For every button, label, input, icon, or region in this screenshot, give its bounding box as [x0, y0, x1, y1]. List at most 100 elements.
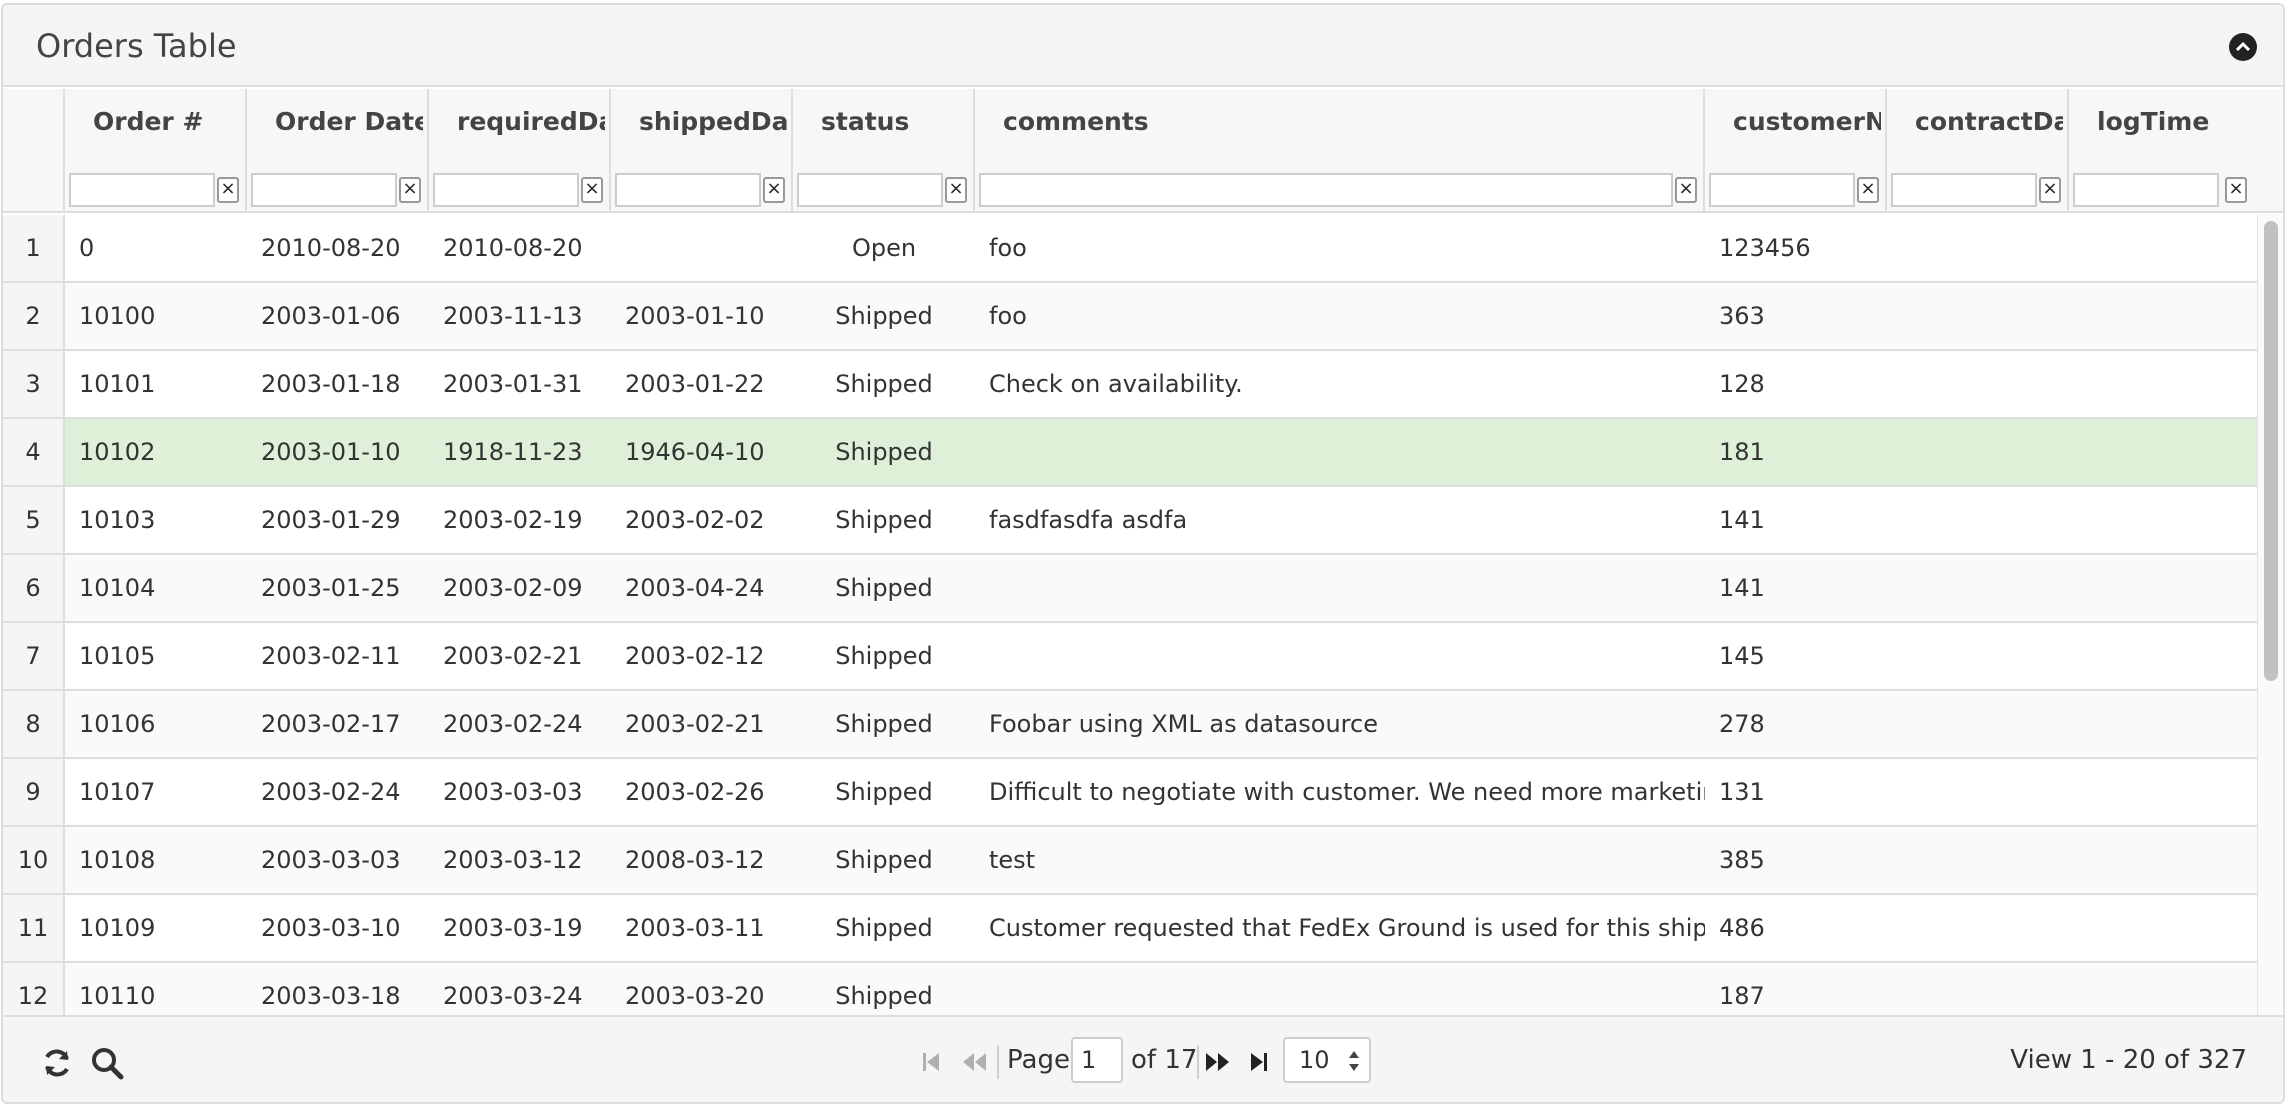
table-cell-order: 10110: [79, 982, 156, 1010]
table-cell-customer: 141: [1719, 574, 1765, 602]
table-cell-order: 10108: [79, 846, 156, 874]
table-row[interactable]: 3 10101 2003-01-18 2003-01-31 2003-01-22 Ship…: [3, 351, 2257, 419]
table-cell-required: 2003-03-19: [443, 914, 583, 942]
table-cell-status: Shipped: [835, 914, 933, 942]
table-cell-order: 10109: [79, 914, 156, 942]
scrollbar-thumb[interactable]: [2264, 221, 2278, 681]
filter-input-contract-date[interactable]: [1891, 173, 2037, 207]
table-row[interactable]: 12 10110 2003-03-18 2003-03-24 2003-03-20 Shi…: [3, 963, 2257, 1015]
table-cell-required: 2003-11-13: [443, 302, 583, 330]
column-label: logTime: [2097, 107, 2210, 136]
grid-caption: Orders Table: [3, 5, 2283, 87]
column-header-contract-date[interactable]: contractDate ×: [1887, 89, 2069, 211]
clear-filter-icon[interactable]: ×: [2039, 177, 2061, 203]
table-cell-orderDate: 2003-03-03: [261, 846, 401, 874]
clear-filter-icon[interactable]: ×: [581, 177, 603, 203]
table-row[interactable]: 6 10104 2003-01-25 2003-02-09 2003-04-24 Ship…: [3, 555, 2257, 623]
table-cell-shipped: [611, 215, 793, 281]
table-cell-logTime: [2069, 555, 2257, 621]
vertical-scrollbar[interactable]: [2257, 215, 2283, 1015]
table-cell-contract: [1887, 827, 2069, 893]
table-cell-required: 2003-01-31: [443, 370, 583, 398]
row-number-cell: 5: [3, 487, 65, 553]
filter-input-log-time[interactable]: [2073, 173, 2219, 207]
clear-filter-icon[interactable]: ×: [1675, 177, 1697, 203]
table-cell-order: 10106: [79, 710, 156, 738]
filter-input-order-number[interactable]: [69, 173, 215, 207]
column-header-order-number[interactable]: Order # ×: [65, 89, 247, 211]
page-count-label: of 17: [1131, 1045, 1198, 1075]
table-cell-orderDate: 2003-01-10: [261, 438, 401, 466]
column-header-log-time[interactable]: logTime ×: [2069, 89, 2259, 211]
clear-filter-icon[interactable]: ×: [945, 177, 967, 203]
clear-filter-icon[interactable]: ×: [763, 177, 785, 203]
table-cell-required: 2010-08-20: [443, 234, 583, 262]
table-row[interactable]: 8 10106 2003-02-17 2003-02-24 2003-02-21 Ship…: [3, 691, 2257, 759]
filter-input-required-date[interactable]: [433, 173, 579, 207]
table-cell-customer: 141: [1719, 506, 1765, 534]
table-cell-contract: [1887, 419, 2069, 485]
page-number-input[interactable]: 1: [1071, 1037, 1123, 1083]
column-label: Order #: [93, 107, 204, 136]
table-cell-customer: 145: [1719, 642, 1765, 670]
column-label: requiredDate: [457, 107, 605, 136]
clear-filter-icon[interactable]: ×: [2225, 177, 2247, 203]
filter-input-status[interactable]: [797, 173, 943, 207]
table-row[interactable]: 1 0 2010-08-20 2010-08-20 Open foo 123456: [3, 215, 2257, 283]
table-cell-comments: fasdfasdfa asdfa: [989, 506, 1188, 534]
select-arrows-icon: [1349, 1051, 1359, 1071]
table-row[interactable]: 2 10100 2003-01-06 2003-11-13 2003-01-10 Ship…: [3, 283, 2257, 351]
clear-filter-icon[interactable]: ×: [1857, 177, 1879, 203]
page-label: Page: [1007, 1045, 1070, 1075]
column-header-status[interactable]: status ×: [793, 89, 975, 211]
table-cell-contract: [1887, 487, 2069, 553]
table-row[interactable]: 10 10108 2003-03-03 2003-03-12 2008-03-12 Shi…: [3, 827, 2257, 895]
table-row[interactable]: 9 10107 2003-02-24 2003-03-03 2003-02-26 Ship…: [3, 759, 2257, 827]
column-header-shipped-date[interactable]: shippedDate ×: [611, 89, 793, 211]
table-cell-contract: [1887, 623, 2069, 689]
column-header-customer-number[interactable]: customerNumber ×: [1705, 89, 1887, 211]
column-header-comments[interactable]: comments ×: [975, 89, 1705, 211]
table-cell-status: Shipped: [835, 642, 933, 670]
rows-per-page-select[interactable]: 10: [1283, 1037, 1371, 1083]
table-cell-contract: [1887, 283, 2069, 349]
circle-chevron-up-icon[interactable]: [2229, 33, 2257, 61]
table-row[interactable]: 4 10102 2003-01-10 1918-11-23 1946-04-10 Ship…: [3, 419, 2257, 487]
table-cell-shipped: 2008-03-12: [625, 846, 765, 874]
filter-input-customer-number[interactable]: [1709, 173, 1855, 207]
first-page-icon[interactable]: [917, 1047, 947, 1077]
search-icon[interactable]: [89, 1045, 125, 1081]
row-number-cell: 3: [3, 351, 65, 417]
table-cell-orderDate: 2003-03-10: [261, 914, 401, 942]
row-number-cell: 7: [3, 623, 65, 689]
refresh-icon[interactable]: [39, 1045, 75, 1081]
last-page-icon[interactable]: [1243, 1047, 1273, 1077]
row-number-cell: 12: [3, 963, 65, 1015]
table-cell-orderDate: 2003-01-29: [261, 506, 401, 534]
table-cell-customer: 363: [1719, 302, 1765, 330]
pager-separator: [997, 1045, 999, 1079]
table-cell-customer: 128: [1719, 370, 1765, 398]
column-header-required-date[interactable]: requiredDate ×: [429, 89, 611, 211]
table-cell-order: 0: [79, 234, 95, 262]
table-cell-comments: foo: [989, 302, 1027, 330]
table-cell-orderDate: 2003-02-11: [261, 642, 401, 670]
table-cell-comments: Customer requested that FedEx Ground is …: [989, 914, 1705, 942]
table-row[interactable]: 5 10103 2003-01-29 2003-02-19 2003-02-02 Ship…: [3, 487, 2257, 555]
next-page-icon[interactable]: [1203, 1047, 1233, 1077]
filter-input-comments[interactable]: [979, 173, 1673, 207]
pager-separator: [1197, 1045, 1199, 1079]
filter-input-order-date[interactable]: [251, 173, 397, 207]
prev-page-icon[interactable]: [959, 1047, 989, 1077]
clear-filter-icon[interactable]: ×: [217, 177, 239, 203]
column-header-order-date[interactable]: Order Date ×: [247, 89, 429, 211]
table-cell-contract: [1887, 895, 2069, 961]
table-cell-comments: [975, 963, 1705, 1015]
table-cell-logTime: [2069, 215, 2257, 281]
table-row[interactable]: 7 10105 2003-02-11 2003-02-21 2003-02-12 Ship…: [3, 623, 2257, 691]
column-label: status: [821, 107, 910, 136]
table-cell-orderDate: 2003-02-17: [261, 710, 401, 738]
clear-filter-icon[interactable]: ×: [399, 177, 421, 203]
table-row[interactable]: 11 10109 2003-03-10 2003-03-19 2003-03-11 Shi…: [3, 895, 2257, 963]
filter-input-shipped-date[interactable]: [615, 173, 761, 207]
